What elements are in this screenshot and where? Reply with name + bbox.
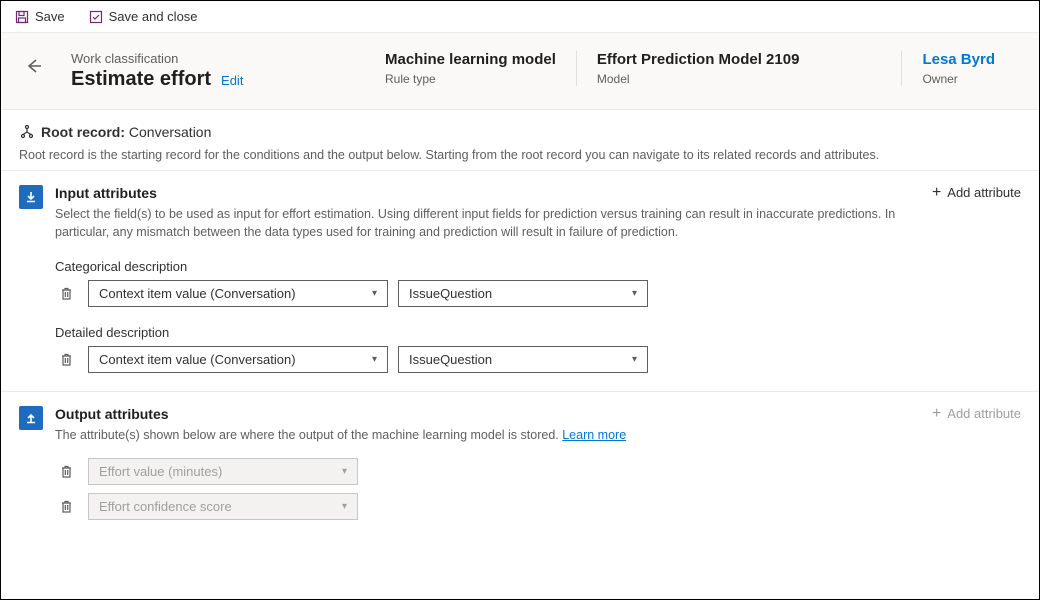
input-field-0-label: Categorical description — [55, 259, 1021, 274]
upload-icon — [19, 406, 43, 430]
input-attributes-section: + Add attribute Input attributes Select … — [1, 170, 1039, 391]
rule-type-column: Machine learning model Rule type — [385, 51, 576, 86]
toolbar: Save Save and close — [1, 1, 1039, 33]
root-record-prefix: Root record: — [41, 124, 125, 140]
chevron-down-icon: ▾ — [632, 354, 637, 365]
save-and-close-button[interactable]: Save and close — [85, 7, 202, 26]
delete-output-0-button[interactable] — [55, 460, 78, 483]
header-meta: Machine learning model Rule type Effort … — [385, 51, 1015, 86]
input-1-attr-select[interactable]: IssueQuestion ▾ — [398, 346, 648, 373]
trash-icon — [59, 286, 74, 301]
save-icon — [15, 10, 29, 24]
owner-name: Lesa Byrd — [922, 51, 995, 68]
output-section-title: Output attributes — [55, 406, 1021, 422]
page-header: Work classification Estimate effort Edit… — [1, 33, 1039, 110]
rule-type-label: Rule type — [385, 72, 556, 86]
breadcrumb: Work classification — [71, 51, 321, 66]
output-field-1: Effort confidence score ▾ — [55, 493, 1021, 520]
plus-icon: + — [932, 183, 941, 202]
save-close-icon — [89, 10, 103, 24]
chevron-down-icon: ▾ — [372, 354, 377, 365]
input-1-source-select[interactable]: Context item value (Conversation) ▾ — [88, 346, 388, 373]
chevron-down-icon: ▾ — [372, 288, 377, 299]
root-record-desc: Root record is the starting record for t… — [19, 148, 1021, 162]
chevron-down-icon: ▾ — [342, 501, 347, 512]
output-0-select: Effort value (minutes) ▾ — [88, 458, 358, 485]
trash-icon — [59, 464, 74, 479]
input-section-desc: Select the field(s) to be used as input … — [55, 205, 925, 241]
delete-output-1-button[interactable] — [55, 495, 78, 518]
root-record-value: Conversation — [129, 124, 212, 140]
model-column: Effort Prediction Model 2109 Model — [576, 51, 820, 86]
save-close-label: Save and close — [109, 9, 198, 24]
chevron-down-icon: ▾ — [342, 466, 347, 477]
owner-column: Lesa Byrd Owner — [901, 51, 1015, 86]
add-output-attribute-button: + Add attribute — [932, 404, 1021, 423]
save-label: Save — [35, 9, 65, 24]
input-0-attr-select[interactable]: IssueQuestion ▾ — [398, 280, 648, 307]
output-section-desc: The attribute(s) shown below are where t… — [55, 428, 562, 442]
back-button[interactable] — [25, 57, 43, 75]
model-value: Effort Prediction Model 2109 — [597, 51, 800, 68]
output-field-0: Effort value (minutes) ▾ — [55, 458, 1021, 485]
delete-input-0-button[interactable] — [55, 282, 78, 305]
owner-label: Owner — [922, 72, 995, 86]
page-title: Estimate effort — [71, 68, 211, 91]
download-icon — [19, 185, 43, 209]
input-field-0: Categorical description Context item val… — [55, 259, 1021, 307]
header-title-block: Work classification Estimate effort Edit — [71, 51, 321, 91]
edit-link[interactable]: Edit — [221, 73, 243, 88]
input-field-1-label: Detailed description — [55, 325, 1021, 340]
arrow-left-icon — [25, 57, 43, 75]
plus-icon: + — [932, 404, 941, 423]
add-input-attribute-button[interactable]: + Add attribute — [932, 183, 1021, 202]
learn-more-link[interactable]: Learn more — [562, 428, 626, 442]
delete-input-1-button[interactable] — [55, 348, 78, 371]
model-label: Model — [597, 72, 800, 86]
input-section-title: Input attributes — [55, 185, 1021, 201]
hierarchy-icon — [19, 124, 35, 140]
input-field-1: Detailed description Context item value … — [55, 325, 1021, 373]
output-attributes-section: + Add attribute Output attributes The at… — [1, 391, 1039, 546]
root-record-bar: Root record: Conversation Root record is… — [1, 110, 1039, 170]
output-1-select: Effort confidence score ▾ — [88, 493, 358, 520]
trash-icon — [59, 499, 74, 514]
rule-type-value: Machine learning model — [385, 51, 556, 68]
trash-icon — [59, 352, 74, 367]
chevron-down-icon: ▾ — [632, 288, 637, 299]
save-button[interactable]: Save — [11, 7, 69, 26]
input-0-source-select[interactable]: Context item value (Conversation) ▾ — [88, 280, 388, 307]
